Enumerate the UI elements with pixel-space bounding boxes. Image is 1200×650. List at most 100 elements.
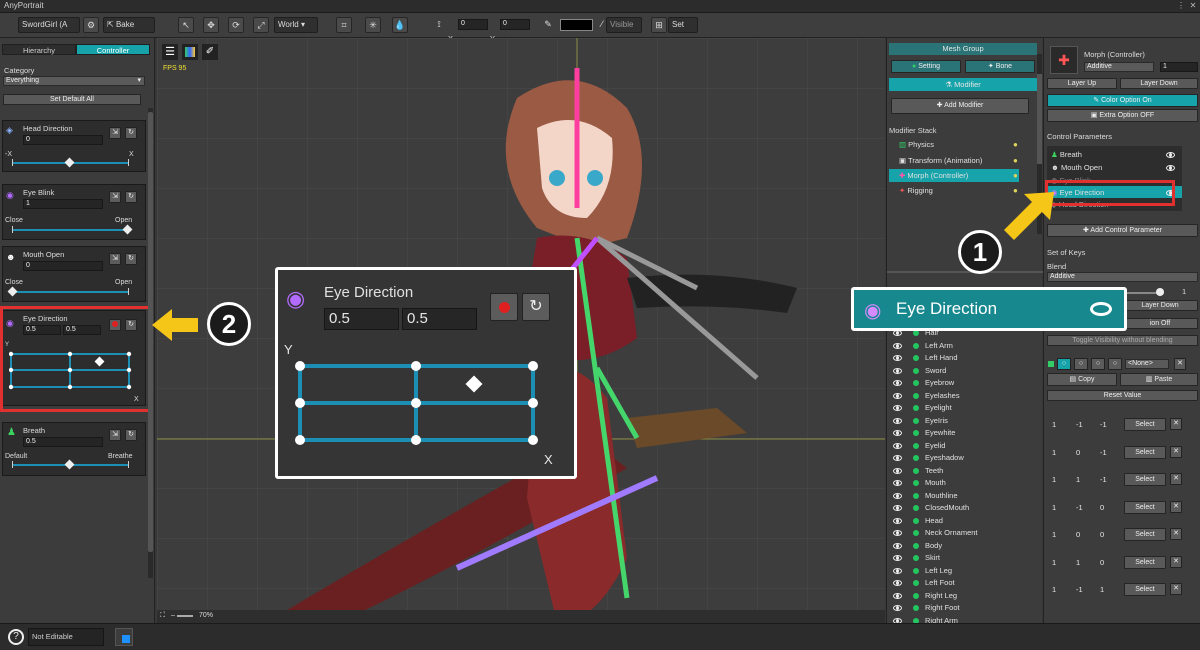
paste-button[interactable]: ▥ Paste [1120, 373, 1198, 386]
reset-icon[interactable]: ↻ [125, 429, 137, 441]
layer-input[interactable]: 1 [1160, 62, 1198, 72]
weight-slider-handle[interactable] [1156, 288, 1164, 296]
slider-track[interactable] [12, 291, 128, 293]
help-icon[interactable]: ? [8, 629, 24, 645]
eye-icon[interactable] [893, 455, 902, 461]
eye-icon[interactable] [893, 592, 902, 599]
slider-track[interactable] [12, 229, 128, 231]
key-icon[interactable]: ⊞ [651, 17, 667, 33]
key-slot-icon[interactable]: ○ [1057, 358, 1071, 370]
select-key-button[interactable]: Select [1124, 555, 1166, 569]
y-input[interactable]: 0 [500, 19, 530, 30]
select-tool-icon[interactable]: ↖ [178, 17, 194, 33]
select-key-button[interactable]: Select [1124, 583, 1166, 596]
modifier-item-morph[interactable]: ✚ Morph (Controller) [899, 171, 968, 180]
gear-icon[interactable]: ⚙ [83, 17, 99, 33]
eye-icon[interactable] [893, 467, 902, 474]
key-slot-icon[interactable]: ○ [1108, 358, 1122, 370]
tab-modifier[interactable]: ⚗ Modifier [889, 78, 1037, 91]
panel-divider[interactable] [887, 271, 1043, 273]
set-button[interactable]: Set [668, 17, 698, 33]
color-swatch[interactable] [560, 19, 593, 31]
reset-value-button[interactable]: Reset Value [1047, 390, 1198, 401]
eye-icon[interactable] [893, 480, 902, 486]
select-key-button[interactable]: Select [1124, 445, 1166, 459]
slider-handle[interactable] [64, 459, 75, 470]
pivot-icon[interactable]: ✳ [365, 17, 381, 33]
eye-icon[interactable] [893, 367, 902, 374]
eye-icon[interactable] [1166, 165, 1175, 171]
space-dropdown[interactable]: World ▾ [274, 17, 318, 33]
move-tool-icon[interactable]: ✥ [203, 17, 219, 33]
slider-handle[interactable] [7, 286, 18, 297]
layer-down-button[interactable]: Layer Down [1120, 78, 1198, 89]
zoom-slider[interactable] [177, 615, 193, 617]
param-value-input[interactable]: 0 [23, 261, 103, 271]
eye-icon[interactable] [893, 342, 902, 349]
select-key-button[interactable]: Select [1124, 500, 1166, 514]
delete-key-icon[interactable]: ✕ [1170, 473, 1182, 485]
set-key-icon[interactable]: ⇲ [109, 253, 121, 265]
eye-icon[interactable] [893, 492, 902, 499]
eye-icon[interactable] [893, 530, 902, 536]
tab-bone[interactable]: ✦ Bone [965, 60, 1035, 73]
eye-icon[interactable] [893, 430, 902, 436]
eye-icon[interactable] [893, 505, 902, 511]
slider-handle[interactable] [64, 157, 75, 168]
key-slot-icon[interactable]: ○ [1091, 358, 1105, 370]
set-key-icon[interactable]: ⇲ [109, 429, 121, 441]
visible-button[interactable]: Visible [606, 17, 642, 33]
category-dropdown[interactable]: Everything ▾ [3, 76, 145, 86]
fit-icon[interactable]: ⛶ [160, 612, 165, 620]
eye-icon[interactable] [893, 542, 902, 549]
scale-tool-icon[interactable]: ⤢ [253, 17, 269, 33]
key-slot-icon[interactable]: ○ [1074, 358, 1088, 370]
bake-button[interactable]: ⇱ Bake [103, 17, 155, 33]
file-selector[interactable]: SwordGirl (A [18, 17, 80, 33]
edit-mode-icon[interactable] [115, 628, 133, 646]
set-key-icon[interactable]: ⇲ [109, 127, 121, 139]
control-param-breath[interactable]: ♟ Breath [1051, 150, 1082, 159]
eye-icon[interactable] [893, 605, 902, 611]
eye-icon[interactable] [893, 555, 902, 561]
delete-key-icon[interactable]: ✕ [1170, 445, 1182, 458]
param-value-input[interactable]: 0 [23, 135, 103, 145]
reset-icon[interactable]: ↻ [125, 191, 137, 203]
select-key-button[interactable]: Select [1124, 473, 1166, 486]
delete-key-icon[interactable]: ✕ [1170, 418, 1182, 430]
reset-icon[interactable]: ↻ [125, 127, 137, 139]
modifier-item-physics[interactable]: ▨ Physics [899, 140, 934, 149]
eye-icon[interactable] [893, 580, 902, 586]
drop-icon[interactable]: 💧 [392, 17, 408, 33]
param-value-input[interactable]: 0.5 [23, 437, 103, 447]
set-default-all-button[interactable]: Set Default All [3, 94, 141, 105]
eye-icon[interactable] [893, 380, 902, 386]
delete-icon[interactable]: ✕ [1174, 358, 1186, 370]
layers-icon[interactable] [182, 44, 198, 60]
slider-handle[interactable] [122, 224, 133, 235]
close-icon[interactable]: ✕ [1188, 1, 1198, 11]
tab-controller[interactable]: Controller [76, 44, 150, 55]
add-modifier-button[interactable]: ✚ Add Modifier [891, 98, 1029, 114]
lightbulb-icon[interactable]: ● [1013, 171, 1018, 180]
delete-key-icon[interactable]: ✕ [1170, 583, 1182, 595]
lightbulb-icon[interactable]: ● [1013, 140, 1018, 149]
copy-button[interactable]: ▤ Copy [1047, 373, 1117, 386]
eye-icon[interactable] [893, 405, 902, 411]
toggle-visibility-button[interactable]: Toggle Visibility without blending [1047, 335, 1198, 346]
extra-option-button[interactable]: ▣ Extra Option OFF [1047, 109, 1198, 122]
layer-up-button[interactable]: Layer Up [1047, 78, 1117, 89]
delete-key-icon[interactable]: ✕ [1170, 555, 1182, 568]
tab-setting[interactable]: ● Setting [891, 60, 961, 73]
blend-mode-dropdown[interactable]: Additive [1084, 62, 1154, 72]
lightbulb-icon[interactable]: ● [1013, 156, 1018, 165]
layer-down-button-2[interactable]: Layer Down [1122, 300, 1198, 311]
control-param-mouth-open[interactable]: ☻ Mouth Open [1051, 163, 1102, 172]
set-key-icon[interactable]: ⇲ [109, 191, 121, 203]
menu-icon[interactable]: ☰ [162, 44, 178, 60]
modifier-item-rigging[interactable]: ✦ Rigging [899, 186, 933, 195]
reset-icon[interactable]: ↻ [125, 253, 137, 265]
select-key-button[interactable]: Select [1124, 528, 1166, 541]
eye-icon[interactable] [893, 392, 902, 399]
preset-dropdown[interactable]: <None> [1125, 359, 1169, 369]
